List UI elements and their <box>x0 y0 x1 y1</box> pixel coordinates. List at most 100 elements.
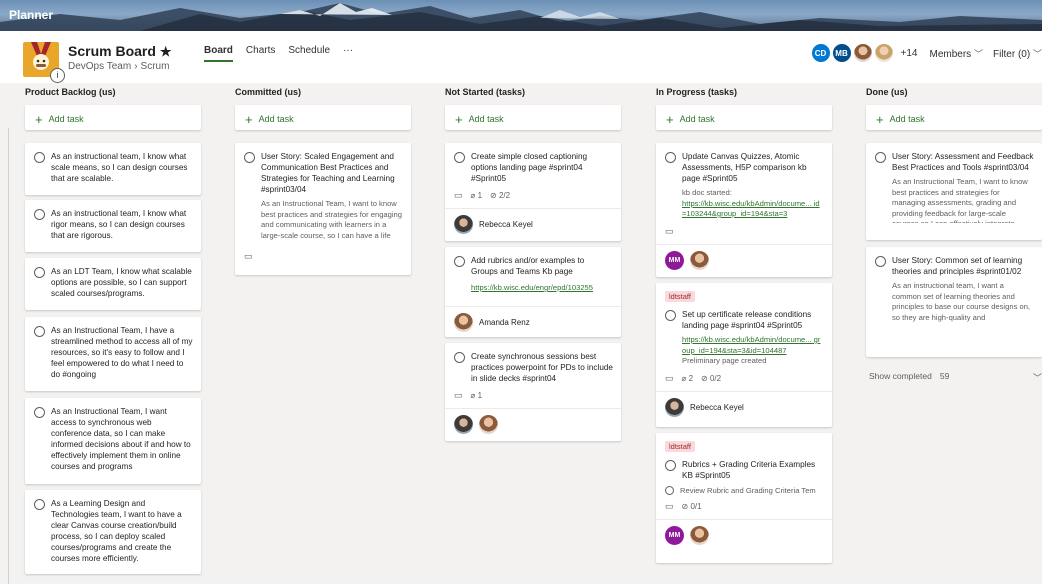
complete-checkbox[interactable] <box>875 152 886 163</box>
breadcrumb-team[interactable]: DevOps Team <box>68 61 131 72</box>
assignee[interactable]: Amanda Renz <box>445 307 621 338</box>
bucket-title[interactable]: Committed (us) <box>235 83 411 105</box>
task-card[interactable]: ldtstaff Set up certificate release cond… <box>656 283 832 427</box>
task-card[interactable]: As an instructional team, I know what ri… <box>25 200 201 252</box>
comment-icon: ▭ <box>244 251 253 261</box>
task-card[interactable]: As a Learning Design and Technologies te… <box>25 490 201 574</box>
complete-checkbox[interactable] <box>244 152 255 163</box>
bucket-title[interactable]: Product Backlog (us) <box>25 83 201 105</box>
add-task-button[interactable]: + Add task <box>445 105 621 130</box>
task-card[interactable]: User Story: Assessment and Feedback Best… <box>866 143 1042 240</box>
comment-icon: ▭ <box>665 501 674 511</box>
task-title: Set up certificate release conditions la… <box>682 310 812 330</box>
star-icon[interactable]: ★ <box>160 44 172 59</box>
checklist-count: ⊘ 0/2 <box>701 374 721 383</box>
assignees[interactable] <box>445 409 621 440</box>
bucket-title[interactable]: In Progress (tasks) <box>656 83 832 105</box>
add-task-button[interactable]: + Add task <box>866 105 1042 130</box>
members-label: Members <box>929 48 972 60</box>
board-title-text: Scrum Board <box>68 43 156 59</box>
task-link[interactable]: https://kb.wisc.edu/engr/epd/103255 <box>445 277 621 294</box>
label-badge[interactable]: ldtstaff <box>665 291 695 302</box>
add-task-label: Add task <box>48 114 84 124</box>
task-description: As an Instructional Team, I want to know… <box>261 199 402 240</box>
add-task-button[interactable]: + Add task <box>235 105 411 130</box>
avatar[interactable]: MB <box>831 43 852 63</box>
task-card[interactable]: As an instructional team, I know what sc… <box>25 143 201 195</box>
task-title: User Story: Common set of learning theor… <box>892 256 1023 276</box>
filter-button[interactable]: Filter (0) ﹀ <box>993 47 1042 60</box>
plus-icon: + <box>35 112 43 127</box>
add-task-button[interactable]: + Add task <box>656 105 832 130</box>
complete-checkbox[interactable] <box>454 256 465 267</box>
complete-checkbox[interactable] <box>454 152 465 163</box>
avatar[interactable] <box>852 43 873 63</box>
task-title: User Story: Scaled Engagement and Commun… <box>261 152 395 194</box>
app-name[interactable]: Planner <box>9 8 53 22</box>
task-card[interactable]: User Story: Scaled Engagement and Commun… <box>235 143 411 275</box>
show-completed-toggle[interactable]: Show completed 59 ﹀ <box>869 371 1042 383</box>
checklist-checkbox[interactable] <box>665 486 674 495</box>
task-card[interactable]: User Story: Common set of learning theor… <box>866 247 1042 357</box>
add-task-button[interactable]: + Add task <box>25 105 201 130</box>
task-link[interactable]: https://kb.wisc.edu/kbAdmin/docume... id… <box>656 199 832 220</box>
task-card[interactable]: ldtstaff Rubrics + Grading Criteria Exam… <box>656 433 832 563</box>
task-meta: ▭ ⌀ 2 ⊘ 0/2 <box>656 367 832 384</box>
task-card[interactable]: As an LDT Team, I know what scalable opt… <box>25 258 201 310</box>
bucket-title[interactable]: Done (us) <box>866 83 1042 105</box>
avatar[interactable]: CD <box>810 43 831 63</box>
task-card[interactable]: Create synchronous sessions best practic… <box>445 343 621 441</box>
assignee[interactable]: Rebecca Keyel <box>445 209 621 240</box>
assignees[interactable]: MM <box>656 520 832 551</box>
task-card[interactable]: Add rubrics and/or examples to Groups an… <box>445 247 621 337</box>
complete-checkbox[interactable] <box>454 352 465 363</box>
tab-charts[interactable]: Charts <box>246 45 275 62</box>
checklist-item[interactable]: Review Rubric and Grading Criteria Tem <box>656 481 832 495</box>
task-card[interactable]: As an Instructional Team, I want access … <box>25 398 201 484</box>
tab-schedule[interactable]: Schedule <box>288 45 330 62</box>
task-title: Create synchronous sessions best practic… <box>471 352 613 383</box>
complete-checkbox[interactable] <box>34 267 45 278</box>
checklist-count-value: 0/1 <box>690 502 702 511</box>
view-tabs: Board Charts Schedule ··· <box>204 45 353 62</box>
assignee[interactable]: Rebecca Keyel <box>656 392 832 423</box>
task-meta: ▭ ⌀ 1 ⊘ 2/2 <box>445 184 621 201</box>
task-title: As an instructional team, I know what sc… <box>51 152 188 183</box>
bucket-in-progress: In Progress (tasks) + Add task Update Can… <box>656 83 832 563</box>
comment-icon: ▭ <box>665 372 674 383</box>
avatar: MM <box>665 250 684 270</box>
task-note: Preliminary page created <box>682 356 767 365</box>
checklist-count-value: 2/2 <box>498 191 511 200</box>
more-options-icon[interactable]: ··· <box>343 45 353 62</box>
info-icon[interactable]: i <box>50 68 65 83</box>
members-button[interactable]: Members ﹀ <box>929 47 992 60</box>
tab-board[interactable]: Board <box>204 45 233 62</box>
chevron-down-icon: ﹀ <box>1032 48 1042 59</box>
breadcrumb-plan[interactable]: Scrum <box>141 61 170 72</box>
avatar[interactable] <box>873 43 894 63</box>
label-badge[interactable]: ldtstaff <box>665 441 695 452</box>
task-card[interactable]: Create simple closed captioning options … <box>445 143 621 241</box>
complete-checkbox[interactable] <box>34 499 45 510</box>
complete-checkbox[interactable] <box>875 256 886 267</box>
attachment-count-value: 2 <box>688 373 694 383</box>
complete-checkbox[interactable] <box>665 460 676 471</box>
assignees[interactable]: MM <box>656 245 832 276</box>
attachment-count: ⌀ 1 <box>471 191 483 200</box>
task-title: As an Instructional Team, I want access … <box>51 407 191 471</box>
bucket-title[interactable]: Not Started (tasks) <box>445 83 621 105</box>
task-card[interactable]: Update Canvas Quizzes, Atomic Assessment… <box>656 143 832 277</box>
task-link[interactable]: https://kb.wisc.edu/kbAdmin/docume... gr… <box>656 331 832 356</box>
complete-checkbox[interactable] <box>34 407 45 418</box>
complete-checkbox[interactable] <box>34 209 45 220</box>
extra-members-count[interactable]: +14 <box>901 48 918 59</box>
task-card[interactable]: As an Instructional Team, I have a strea… <box>25 317 201 391</box>
complete-checkbox[interactable] <box>34 152 45 163</box>
task-meta: ▭ ⊘ 0/1 <box>656 495 832 512</box>
complete-checkbox[interactable] <box>665 152 676 163</box>
complete-checkbox[interactable] <box>665 310 676 321</box>
paperclip-icon: ⌀ <box>681 373 689 383</box>
members-area: CD MB +14 Members ﹀ Filter (0) ﹀ <box>810 43 1042 63</box>
plus-icon: + <box>876 112 884 127</box>
complete-checkbox[interactable] <box>34 326 45 337</box>
